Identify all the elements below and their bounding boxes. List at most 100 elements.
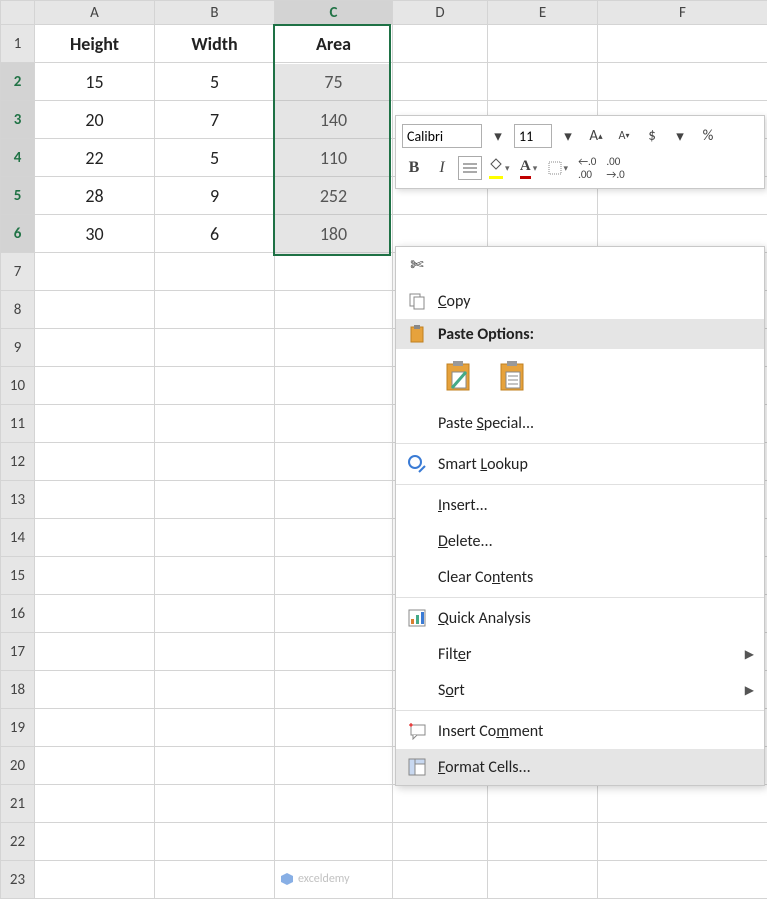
- row-header-4[interactable]: 4: [1, 139, 35, 177]
- menu-cut[interactable]: ✄: [396, 247, 764, 283]
- cell[interactable]: [275, 823, 393, 861]
- cell[interactable]: [275, 519, 393, 557]
- row-header-6[interactable]: 6: [1, 215, 35, 253]
- cell[interactable]: [35, 367, 155, 405]
- corner-cell[interactable]: [1, 1, 35, 25]
- row-header[interactable]: 17: [1, 633, 35, 671]
- cell[interactable]: Width: [155, 25, 275, 63]
- cell[interactable]: [35, 481, 155, 519]
- col-header-e[interactable]: E: [488, 1, 598, 25]
- row-header[interactable]: 19: [1, 709, 35, 747]
- cell[interactable]: [155, 747, 275, 785]
- font-dropdown-icon[interactable]: ▾: [486, 124, 510, 148]
- cell[interactable]: [275, 481, 393, 519]
- font-select[interactable]: [402, 124, 482, 148]
- row-header-3[interactable]: 3: [1, 101, 35, 139]
- row-header[interactable]: 20: [1, 747, 35, 785]
- menu-copy[interactable]: Copy: [396, 283, 764, 319]
- menu-insert-comment[interactable]: Insert Comment: [396, 713, 764, 749]
- row-header[interactable]: 7: [1, 253, 35, 291]
- menu-insert[interactable]: Insert...: [396, 487, 764, 523]
- decrease-font-icon[interactable]: A▾: [612, 124, 636, 148]
- cell[interactable]: [155, 291, 275, 329]
- cell[interactable]: [275, 253, 393, 291]
- cell[interactable]: [155, 405, 275, 443]
- paste-values-button[interactable]: [496, 357, 530, 397]
- cell[interactable]: 15: [35, 63, 155, 101]
- cell[interactable]: [275, 595, 393, 633]
- cell[interactable]: Area: [275, 25, 393, 63]
- cell[interactable]: 6: [155, 215, 275, 253]
- cell[interactable]: [35, 633, 155, 671]
- cell[interactable]: [155, 861, 275, 899]
- cell[interactable]: [35, 861, 155, 899]
- col-header-f[interactable]: F: [598, 1, 767, 25]
- row-header-1[interactable]: 1: [1, 25, 35, 63]
- cell[interactable]: [275, 557, 393, 595]
- row-header[interactable]: 11: [1, 405, 35, 443]
- cell[interactable]: Height: [35, 25, 155, 63]
- col-header-d[interactable]: D: [393, 1, 488, 25]
- row-header[interactable]: 13: [1, 481, 35, 519]
- cell[interactable]: [155, 823, 275, 861]
- cell[interactable]: 28: [35, 177, 155, 215]
- cell[interactable]: 7: [155, 101, 275, 139]
- cell[interactable]: [155, 557, 275, 595]
- cell[interactable]: [598, 823, 767, 861]
- cell[interactable]: [488, 823, 598, 861]
- italic-button[interactable]: I: [430, 156, 454, 180]
- cell[interactable]: [275, 747, 393, 785]
- menu-smart-lookup[interactable]: Smart Lookup: [396, 446, 764, 482]
- cell[interactable]: [35, 443, 155, 481]
- col-header-b[interactable]: B: [155, 1, 275, 25]
- cell[interactable]: 5: [155, 139, 275, 177]
- cell[interactable]: [155, 671, 275, 709]
- cell[interactable]: [275, 291, 393, 329]
- menu-format-cells[interactable]: Format Cells...: [396, 749, 764, 785]
- cell[interactable]: [35, 823, 155, 861]
- cell[interactable]: [155, 253, 275, 291]
- cell[interactable]: [35, 747, 155, 785]
- cell[interactable]: [35, 405, 155, 443]
- cell[interactable]: 140: [275, 101, 393, 139]
- row-header[interactable]: 23: [1, 861, 35, 899]
- cell[interactable]: 9: [155, 177, 275, 215]
- cell[interactable]: [155, 785, 275, 823]
- paste-default-button[interactable]: [442, 357, 476, 397]
- cell[interactable]: [598, 63, 767, 101]
- cell[interactable]: [155, 709, 275, 747]
- cell[interactable]: [155, 481, 275, 519]
- cell[interactable]: [275, 785, 393, 823]
- cell[interactable]: 75: [275, 63, 393, 101]
- cell[interactable]: [35, 329, 155, 367]
- cell[interactable]: 110: [275, 139, 393, 177]
- cell[interactable]: [598, 25, 767, 63]
- cell[interactable]: [393, 823, 488, 861]
- cell[interactable]: [393, 25, 488, 63]
- row-header[interactable]: 9: [1, 329, 35, 367]
- font-color-button[interactable]: A▾: [517, 156, 541, 180]
- fill-color-button[interactable]: ▾: [486, 156, 513, 180]
- cell[interactable]: [35, 519, 155, 557]
- row-header-5[interactable]: 5: [1, 177, 35, 215]
- cell[interactable]: [275, 329, 393, 367]
- cell[interactable]: [275, 671, 393, 709]
- menu-paste-special[interactable]: Paste Special...: [396, 405, 764, 441]
- cell[interactable]: [275, 709, 393, 747]
- cell[interactable]: [275, 633, 393, 671]
- increase-font-icon[interactable]: A▴: [584, 124, 608, 148]
- cell[interactable]: [488, 25, 598, 63]
- cell[interactable]: 252: [275, 177, 393, 215]
- cell[interactable]: [393, 861, 488, 899]
- cell[interactable]: [35, 595, 155, 633]
- cell[interactable]: [35, 785, 155, 823]
- cell[interactable]: 180: [275, 215, 393, 253]
- cell[interactable]: [393, 785, 488, 823]
- cell[interactable]: 30: [35, 215, 155, 253]
- row-header[interactable]: 14: [1, 519, 35, 557]
- cell[interactable]: [488, 63, 598, 101]
- cell[interactable]: [35, 253, 155, 291]
- row-header[interactable]: 16: [1, 595, 35, 633]
- cell[interactable]: [155, 367, 275, 405]
- currency-button[interactable]: $: [640, 124, 664, 148]
